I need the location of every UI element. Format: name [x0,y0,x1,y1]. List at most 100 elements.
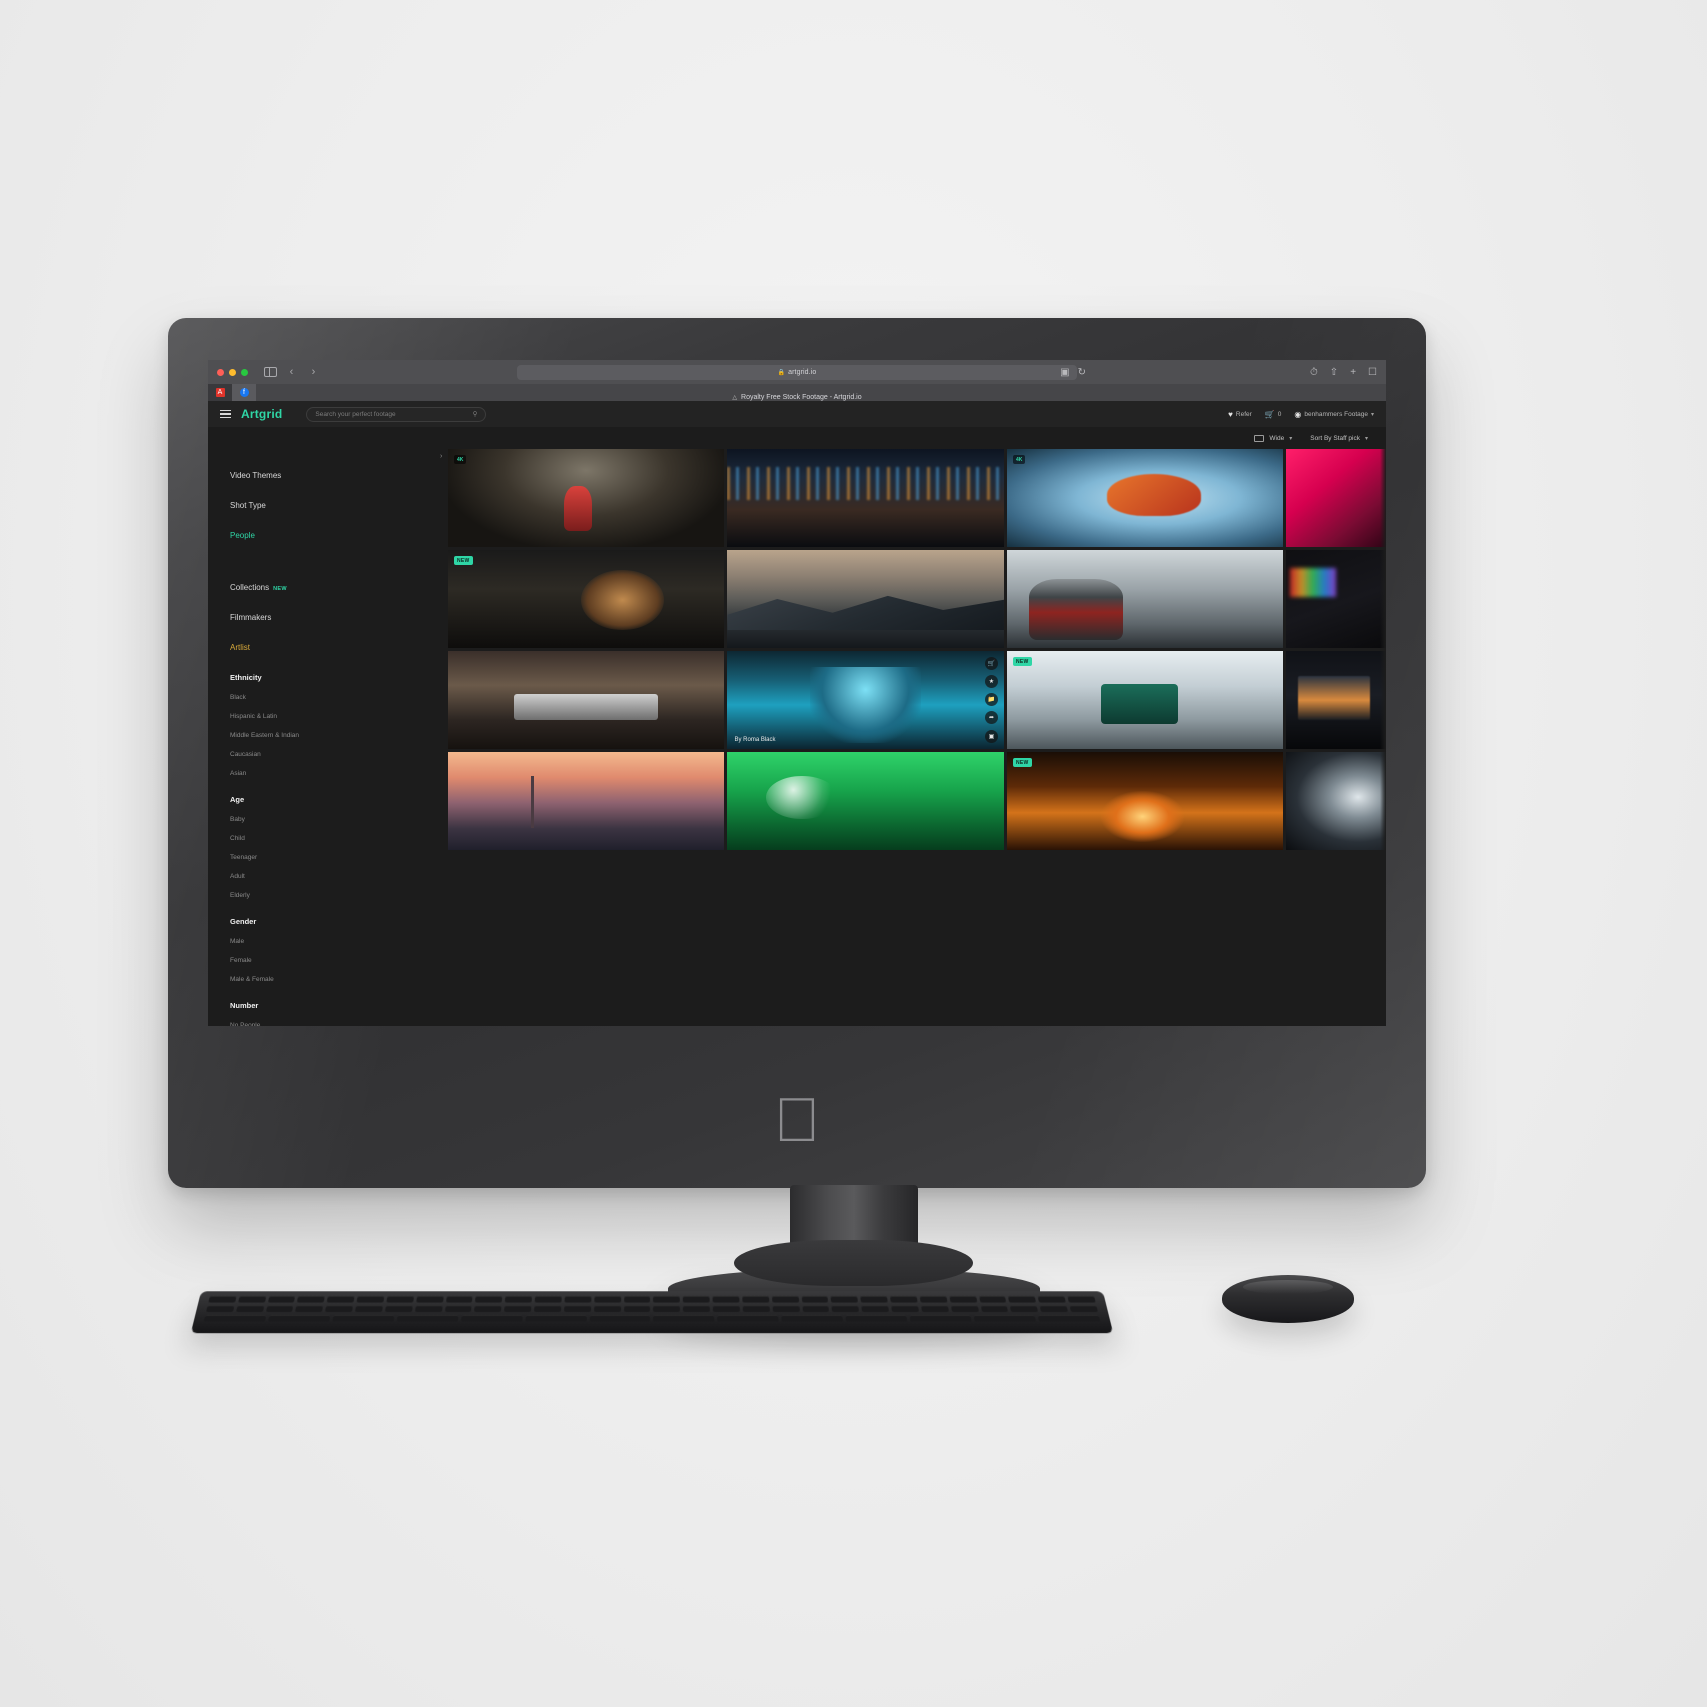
grid-item[interactable] [1286,449,1386,547]
facet-option[interactable]: Caucasian [230,751,345,758]
grid-item[interactable]: 4K [1006,449,1284,547]
keyboard-key [653,1305,681,1312]
search-input[interactable]: Search your perfect footage ⚲ [306,406,487,422]
keyboard-key [1067,1295,1096,1303]
facet-option[interactable]: Black [230,694,345,701]
refer-button[interactable]: ♥ Refer [1228,410,1252,419]
facet-option[interactable]: Elderly [230,892,345,899]
keyboard-key [919,1295,948,1303]
keyboard-key [589,1314,651,1322]
page-actions[interactable]: ▣ ↻ [1060,367,1086,378]
grid-item[interactable]: NEW [1006,651,1284,749]
facet-option[interactable]: Hispanic & Latin [230,713,345,720]
close-window-button[interactable] [217,368,224,376]
new-badge: NEW [273,586,287,592]
browser-tabbar: A f △ Royalty Free Stock Footage - Artgr… [208,384,1386,401]
keyboard-key [203,1314,267,1322]
facet-option[interactable]: Teenager [230,854,345,861]
new-tab-icon[interactable]: + [1350,367,1356,378]
minimize-window-button[interactable] [229,368,236,376]
sidebar-item-artlist[interactable]: Artlist [230,643,335,652]
hover-action-icons[interactable]: 🛒 ★ 📁 ➦ [984,657,998,724]
view-size-dropdown[interactable]: Wide ▾ [1254,434,1292,442]
facet-option[interactable]: Adult [230,873,345,880]
tab-artlist[interactable]: A [208,384,232,401]
tab-overview-icon[interactable]: ☐ [1368,367,1377,378]
preview-icon[interactable]: ▣ [984,730,998,743]
keyboard-key [683,1305,711,1312]
chevron-down-icon: ▾ [1370,411,1374,418]
keyboard-key [1037,1295,1066,1303]
facet-option[interactable]: Child [230,835,345,842]
toolbar-right-icons[interactable]: ⏱ ⇧ + ☐ [1310,367,1377,378]
keyboard-key [396,1314,459,1322]
share-icon[interactable]: ⇧ [1330,367,1338,378]
tab-facebook[interactable]: f [232,384,256,401]
sidebar-item-filmmakers[interactable]: Filmmakers [230,613,335,622]
facet-option[interactable]: Male [230,938,345,945]
hamburger-menu-icon[interactable] [220,410,231,418]
cart-button[interactable]: 🛒 0 [1265,410,1282,419]
grid-item[interactable] [448,651,725,749]
keyboard-key [295,1305,324,1312]
sort-dropdown[interactable]: Sort By Staff pick ▾ [1310,435,1368,442]
chevron-right-icon[interactable]: › [440,453,442,460]
grid-item[interactable] [727,752,1004,850]
refer-label: Refer [1235,410,1252,418]
grid-item[interactable] [727,449,1004,547]
browser-titlebar: ‹ › 🛡 ⚕ ◑ 🔒 artgrid.io ▣ ↻ ⏱ ⇧ [208,360,1386,384]
artgrid-logo[interactable]: Artgrid [241,407,282,421]
lock-icon: 🔒 [777,369,786,376]
facet-option[interactable]: Female [230,957,345,964]
grid-item[interactable] [1286,550,1386,648]
grid-item[interactable]: 4K [448,449,725,547]
sidebar-toggle-icon[interactable] [264,367,277,377]
keyboard-key [445,1295,474,1303]
keyboard-key [356,1295,385,1303]
active-tab[interactable]: △ Royalty Free Stock Footage - Artgrid.i… [732,394,861,401]
grid-item[interactable]: NEW [1006,752,1284,850]
grid-item[interactable]: NEW [448,550,725,648]
grid-item[interactable] [1006,550,1284,648]
facet-option[interactable]: Middle Eastern & Indian [230,732,345,739]
address-bar[interactable]: 🔒 artgrid.io [517,364,1077,380]
reader-icon[interactable]: ▣ [1060,367,1069,378]
share-icon[interactable]: ➦ [984,711,998,724]
sidebar-item-collections[interactable]: Collections NEW [230,583,335,592]
apple-logo-icon:  [774,1090,821,1152]
facet-gender: Gender Male Female Male & Female [230,917,345,983]
resolution-badge: 4K [1012,455,1026,464]
window-controls[interactable] [217,368,248,376]
sidebar-item-people[interactable]: People [230,531,335,540]
forward-icon[interactable]: › [306,366,321,378]
cart-icon[interactable]: 🛒 [984,657,998,670]
grid-item[interactable] [1286,651,1386,749]
keyboard-key [267,1295,296,1303]
sidebar-item-shot-type[interactable]: Shot Type [230,501,335,510]
keyboard-key [801,1295,829,1303]
keyboard-key [712,1305,740,1312]
grid-item[interactable] [1286,752,1386,850]
facet-option[interactable]: Baby [230,816,345,823]
facet-option[interactable]: Asian [230,770,345,777]
facet-ethnicity: Ethnicity Black Hispanic & Latin Middle … [230,673,345,777]
sidebar-item-video-themes[interactable]: Video Themes [230,471,335,480]
grid-item-hovered[interactable]: 🛒 ★ 📁 ➦ ▣ By Roma Black [727,651,1004,749]
keyboard-key [831,1305,860,1312]
maximize-window-button[interactable] [241,368,248,376]
keyboard-key [265,1305,294,1312]
grid-item[interactable] [727,550,1004,648]
facet-option[interactable]: Male & Female [230,976,345,983]
account-menu[interactable]: ◉ benhammers Footage ▾ [1294,410,1374,419]
reload-icon[interactable]: ↻ [1078,367,1086,378]
back-icon[interactable]: ‹ [284,366,299,378]
keyboard-key [534,1295,562,1303]
facet-title: Number [230,1001,259,1010]
history-icon[interactable]: ⏱ [1310,367,1318,378]
search-placeholder: Search your perfect footage [315,410,396,418]
keyboard-key [1039,1305,1069,1312]
star-icon[interactable]: ★ [984,675,998,688]
search-icon[interactable]: ⚲ [473,410,478,418]
folder-icon[interactable]: 📁 [984,693,998,706]
grid-item[interactable] [448,752,725,850]
